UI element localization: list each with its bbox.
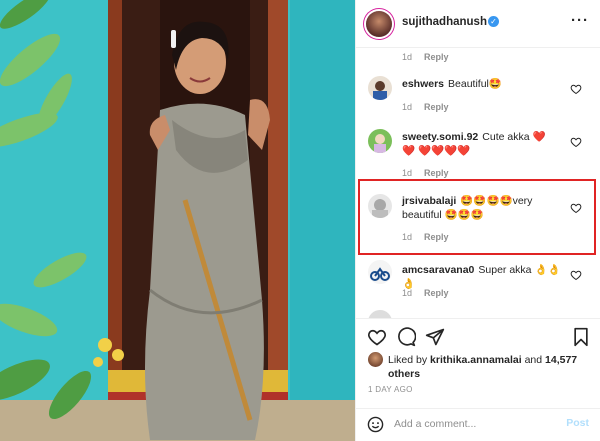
like-heart-icon[interactable]	[367, 327, 387, 347]
emoji-icon[interactable]	[367, 416, 384, 433]
reply-button[interactable]: Reply	[424, 52, 449, 62]
comment-time: 1d	[402, 232, 413, 242]
comment-time: 1d	[402, 102, 413, 112]
comment-meta: 1d Reply	[402, 102, 449, 112]
comment-time: 1d	[402, 288, 413, 298]
share-paper-plane-icon[interactable]	[425, 327, 445, 347]
verified-badge-icon: ✓	[488, 16, 499, 27]
comment-meta: 1d Reply	[402, 232, 449, 242]
comment-time: 1d	[402, 168, 413, 178]
comment-username[interactable]: amcsaravana0	[402, 264, 474, 276]
post-actions: Liked by krithika.annamalai and 14,577 o…	[356, 318, 600, 438]
commenter-avatar[interactable]	[368, 129, 392, 153]
commenter-avatar[interactable]	[368, 310, 392, 318]
comment-bubble-icon[interactable]	[396, 327, 416, 347]
post-side-panel: sujithadhanush ✓ ··· 1d Reply eshwers Beau…	[355, 0, 600, 441]
post-header: sujithadhanush ✓ ···	[356, 0, 600, 48]
like-comment-heart-icon[interactable]	[570, 202, 582, 214]
like-comment-heart-icon[interactable]	[570, 136, 582, 148]
comment-time: 1d	[402, 52, 413, 62]
comments-list[interactable]: 1d Reply eshwers Beautiful🤩 1d Reply sweety…	[356, 48, 600, 318]
add-comment-input[interactable]	[394, 415, 554, 433]
comment-username[interactable]: jrsivabalaji	[402, 195, 456, 207]
comment-body: Beautiful🤩	[448, 78, 502, 90]
add-comment-bar: Post	[356, 408, 600, 439]
comment-meta: 1d Reply	[402, 168, 449, 178]
reply-button[interactable]: Reply	[424, 288, 449, 298]
post-comment-button[interactable]: Post	[566, 417, 589, 429]
comment-username[interactable]: eshwers	[402, 78, 444, 90]
liker-username[interactable]: krithika.annamalai	[430, 354, 522, 366]
comment-meta: 1d Reply	[402, 288, 449, 298]
like-comment-heart-icon[interactable]	[570, 269, 582, 281]
comment-text: sweety.somi.92 Cute akka ❤️❤️ ❤️❤️❤️❤️	[402, 130, 552, 158]
like-comment-heart-icon[interactable]	[570, 83, 582, 95]
post-photo[interactable]	[0, 0, 355, 441]
likes-summary: Liked by krithika.annamalai and 14,577 o…	[388, 353, 588, 381]
likes-joiner: and	[524, 354, 543, 366]
liker-avatar[interactable]	[368, 352, 383, 367]
author-username[interactable]: sujithadhanush	[402, 16, 487, 28]
photo-illustration	[0, 0, 355, 441]
comment-text: jrsivabalaji 🤩🤩🤩🤩very beautiful 🤩🤩🤩	[402, 194, 567, 222]
comment-username[interactable]: sweety.somi.92	[402, 131, 478, 143]
comment-text: amcsaravana0 Super akka 👌👌👌	[402, 263, 562, 291]
comment-meta: 1d Reply	[402, 52, 449, 62]
post-timestamp[interactable]: 1 DAY AGO	[368, 385, 413, 394]
commenter-avatar[interactable]	[368, 76, 392, 100]
reply-button[interactable]: Reply	[424, 232, 449, 242]
save-bookmark-icon[interactable]	[571, 327, 591, 347]
likes-prefix: Liked by	[388, 354, 428, 366]
commenter-avatar[interactable]	[368, 260, 392, 284]
comment-text: eshwers Beautiful🤩	[402, 77, 562, 91]
author-avatar[interactable]	[366, 11, 392, 37]
reply-button[interactable]: Reply	[424, 168, 449, 178]
more-options-icon[interactable]: ···	[571, 12, 589, 29]
reply-button[interactable]: Reply	[424, 102, 449, 112]
commenter-avatar[interactable]	[368, 194, 392, 218]
